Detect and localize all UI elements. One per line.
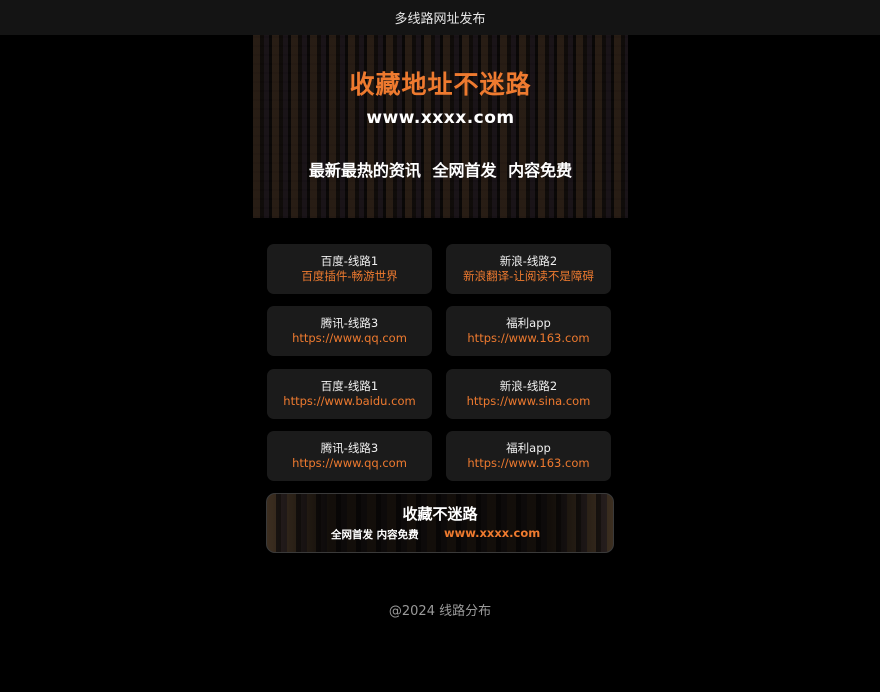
line-card-sina-2[interactable]: 新浪-线路2 新浪翻译-让阅读不是障碍	[446, 244, 611, 294]
line-card-tencent-3b[interactable]: 腾讯-线路3 https://www.qq.com	[267, 431, 432, 481]
line-card-subtitle: https://www.qq.com	[292, 456, 407, 470]
banner-url: www.xxxx.com	[366, 108, 515, 128]
top-bar: 多线路网址发布	[0, 0, 880, 35]
line-card-subtitle: https://www.163.com	[467, 331, 590, 345]
page-title: 多线路网址发布	[394, 12, 486, 27]
banner-slogan: 最新最热的资讯 全网首发 内容免费	[308, 161, 573, 180]
line-card-title: 百度-线路1	[320, 379, 379, 393]
line-card-title: 百度-线路1	[320, 254, 379, 268]
line-card-title: 福利app	[506, 441, 551, 455]
line-card-subtitle: 百度插件-畅游世界	[301, 269, 398, 283]
promo-banner[interactable]: 收藏不迷路 全网首发 内容免费 www.xxxx.com	[266, 493, 614, 553]
line-card-welfare-app-b[interactable]: 福利app https://www.163.com	[446, 431, 611, 481]
line-card-subtitle: https://www.baidu.com	[283, 394, 416, 408]
line-card-subtitle: https://www.qq.com	[292, 331, 407, 345]
line-card-title: 腾讯-线路3	[320, 441, 379, 455]
line-card-title: 新浪-线路2	[499, 254, 558, 268]
hero-banner: 收藏地址不迷路 www.xxxx.com 最新最热的资讯 全网首发 内容免费	[253, 35, 628, 218]
line-card-baidu-1b[interactable]: 百度-线路1 https://www.baidu.com	[267, 369, 432, 419]
banner-title: 收藏地址不迷路	[349, 70, 532, 99]
line-card-baidu-1[interactable]: 百度-线路1 百度插件-畅游世界	[267, 244, 432, 294]
line-card-title: 腾讯-线路3	[320, 316, 379, 330]
line-card-subtitle: https://www.sina.com	[466, 394, 591, 408]
footer-copyright: @2024 线路分布	[388, 604, 492, 619]
line-card-subtitle: 新浪翻译-让阅读不是障碍	[463, 269, 594, 283]
line-card-subtitle: https://www.163.com	[467, 456, 590, 470]
line-card-sina-2b[interactable]: 新浪-线路2 https://www.sina.com	[446, 369, 611, 419]
line-card-tencent-3[interactable]: 腾讯-线路3 https://www.qq.com	[267, 306, 432, 356]
line-card-title: 福利app	[506, 316, 551, 330]
promo-title: 收藏不迷路	[402, 505, 478, 523]
promo-slogan: 全网首发 内容免费	[331, 529, 419, 541]
line-card-title: 新浪-线路2	[499, 379, 558, 393]
line-card-welfare-app[interactable]: 福利app https://www.163.com	[446, 306, 611, 356]
promo-url: www.xxxx.com	[444, 526, 541, 540]
